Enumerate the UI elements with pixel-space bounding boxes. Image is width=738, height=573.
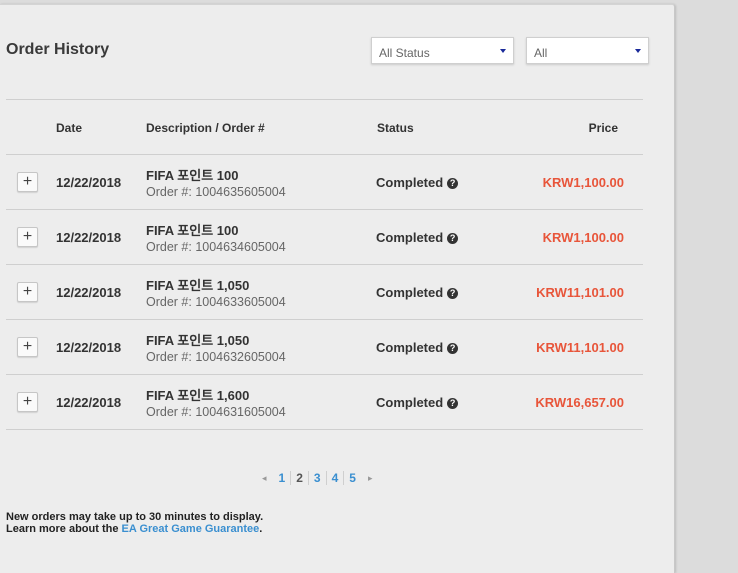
order-price: KRW1,100.00: [542, 230, 624, 245]
order-description: FIFA 포인트 100: [146, 168, 239, 183]
footer-line-2-suffix: .: [259, 523, 263, 535]
status-filter-dropdown[interactable]: All Status: [371, 37, 514, 64]
expand-row-button[interactable]: +: [17, 282, 38, 302]
footer-line-2-prefix: Learn more about the: [6, 523, 122, 535]
help-icon[interactable]: ?: [447, 343, 459, 354]
table-row: +12/22/2018 FIFA 포인트 1,600 Order #: 100463…: [6, 375, 643, 430]
help-icon[interactable]: ?: [447, 288, 459, 299]
order-number: Order #: 1004631605004: [146, 405, 286, 419]
order-date: 12/22/2018: [56, 230, 122, 245]
order-number: Order #: 1004635605004: [146, 185, 286, 199]
order-date: 12/22/2018: [56, 395, 122, 410]
footer-note: New orders may take up to 30 minutes to …: [6, 511, 263, 535]
chevron-down-icon: [635, 49, 641, 53]
expand-row-button[interactable]: +: [17, 337, 38, 357]
order-description: FIFA 포인트 100: [146, 223, 239, 238]
expand-row-button[interactable]: +: [17, 227, 38, 247]
order-date: 12/22/2018: [56, 175, 122, 190]
great-game-guarantee-link[interactable]: EA Great Game Guarantee: [122, 523, 260, 535]
table-row: +12/22/2018 FIFA 포인트 100 Order #: 10046356…: [6, 155, 643, 210]
order-status: Completed?: [376, 395, 459, 410]
period-filter-dropdown[interactable]: All: [526, 37, 649, 64]
order-status-label: Completed: [376, 395, 444, 410]
prev-page-icon[interactable]: ◂: [255, 473, 274, 484]
order-history-panel: Order History All Status All Date Descri…: [0, 4, 675, 573]
order-number: Order #: 1004633605004: [146, 295, 286, 309]
next-page-icon[interactable]: ▸: [361, 473, 380, 484]
status-filter-value: All Status: [379, 46, 430, 60]
order-price: KRW11,101.00: [536, 340, 624, 355]
order-description: FIFA 포인트 1,050: [146, 278, 250, 293]
page-link-5[interactable]: 5: [343, 471, 361, 485]
help-icon[interactable]: ?: [447, 178, 459, 189]
pagination: ◂ 12345 ▸: [255, 469, 380, 487]
page-title: Order History: [6, 41, 110, 58]
footer-line-2: Learn more about the EA Great Game Guara…: [6, 523, 263, 535]
help-icon[interactable]: ?: [447, 233, 459, 244]
column-header-status: Status: [377, 121, 414, 135]
order-description: FIFA 포인트 1,050: [146, 333, 250, 348]
order-date: 12/22/2018: [56, 340, 122, 355]
footer-line-1: New orders may take up to 30 minutes to …: [6, 511, 264, 523]
expand-row-button[interactable]: +: [17, 392, 38, 412]
order-status: Completed?: [376, 230, 459, 245]
order-status-label: Completed: [376, 230, 444, 245]
order-price: KRW11,101.00: [536, 285, 624, 300]
order-status-label: Completed: [376, 285, 444, 300]
page-list: 12345: [274, 471, 361, 485]
order-price: KRW1,100.00: [542, 175, 624, 190]
order-date: 12/22/2018: [56, 285, 122, 300]
order-status: Completed?: [376, 175, 459, 190]
table-row: +12/22/2018 FIFA 포인트 1,050 Order #: 100463…: [6, 320, 643, 375]
table-body: +12/22/2018 FIFA 포인트 100 Order #: 10046356…: [6, 155, 643, 430]
page-link-2[interactable]: 2: [290, 471, 308, 485]
orders-table: Date Description / Order # Status Price …: [6, 99, 643, 430]
order-status-label: Completed: [376, 340, 444, 355]
column-header-description: Description / Order #: [146, 121, 265, 135]
period-filter-value: All: [534, 46, 548, 60]
expand-row-button[interactable]: +: [17, 172, 38, 192]
column-header-price: Price: [588, 121, 618, 135]
column-header-date: Date: [56, 121, 83, 135]
table-row: +12/22/2018 FIFA 포인트 100 Order #: 10046346…: [6, 210, 643, 265]
order-status-label: Completed: [376, 175, 444, 190]
help-icon[interactable]: ?: [447, 398, 459, 409]
chevron-down-icon: [500, 49, 506, 53]
table-header: Date Description / Order # Status Price: [6, 99, 643, 155]
page-link-3[interactable]: 3: [307, 471, 326, 485]
order-price: KRW16,657.00: [535, 395, 624, 410]
order-status: Completed?: [376, 285, 459, 300]
order-number: Order #: 1004634605004: [146, 240, 286, 254]
page-link-4[interactable]: 4: [325, 471, 344, 485]
table-row: +12/22/2018 FIFA 포인트 1,050 Order #: 100463…: [6, 265, 643, 320]
order-status: Completed?: [376, 340, 459, 355]
page-link-1[interactable]: 1: [274, 471, 291, 485]
order-number: Order #: 1004632605004: [146, 350, 286, 364]
order-description: FIFA 포인트 1,600: [146, 388, 250, 403]
